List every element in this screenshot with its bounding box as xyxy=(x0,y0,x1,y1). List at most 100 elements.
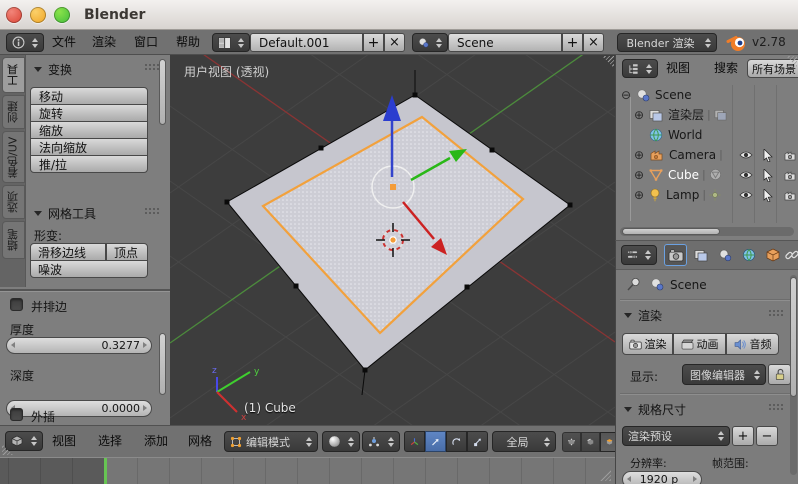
window-minimize-button[interactable] xyxy=(30,7,46,23)
hide-eye-icon[interactable] xyxy=(739,190,753,200)
transform-panel-header[interactable]: 变换 xyxy=(34,61,72,78)
scene-label[interactable]: Scene xyxy=(650,88,692,102)
menu-help[interactable]: 帮助 xyxy=(176,30,200,55)
outliner-row-lamp[interactable]: ⊕ Lamp | xyxy=(634,185,721,204)
tab-shading-uv[interactable]: 着色/UV xyxy=(2,131,25,183)
thickness-slider[interactable]: 0.3277 xyxy=(6,337,152,354)
selectable-cursor-icon[interactable] xyxy=(763,168,773,182)
manipulator-toggle-button[interactable] xyxy=(404,431,425,452)
selectable-cursor-icon[interactable] xyxy=(763,188,773,202)
rotate-button[interactable]: 旋转 xyxy=(30,104,148,122)
properties-scrollbar-track[interactable] xyxy=(790,275,797,475)
editor-type-selector-3dview[interactable] xyxy=(5,431,43,451)
pivot-center-dropdown[interactable] xyxy=(362,431,400,452)
context-breadcrumb[interactable]: Scene xyxy=(670,278,707,292)
delete-layout-button[interactable]: × xyxy=(384,33,405,52)
select-mode-vertex-button[interactable] xyxy=(562,432,581,452)
inset-side-checkbox[interactable] xyxy=(10,298,23,311)
timeline-playhead[interactable] xyxy=(104,458,107,484)
edge-slide-button[interactable]: 滑移边线 xyxy=(30,243,106,261)
screen-layout-browse-button[interactable] xyxy=(212,33,250,52)
add-preset-button[interactable]: + xyxy=(732,426,754,446)
scale-button[interactable]: 缩放 xyxy=(30,121,148,139)
outliner-row-camera[interactable]: ⊕ Camera | xyxy=(634,145,726,164)
scene-name-field[interactable]: Scene xyxy=(448,33,562,52)
delete-scene-button[interactable]: × xyxy=(583,33,604,52)
expand-icon[interactable]: ⊕ xyxy=(634,108,649,122)
translate-button[interactable]: 移动 xyxy=(30,87,148,105)
slider-left-arrow-icon[interactable] xyxy=(11,342,15,348)
tab-render-layers[interactable] xyxy=(689,244,712,266)
render-preset-dropdown[interactable]: 渲染预设 xyxy=(622,426,730,446)
tab-object-properties[interactable] xyxy=(761,244,784,266)
menu-mesh[interactable]: 网格 xyxy=(188,426,212,457)
toolshelf-scrollbar[interactable] xyxy=(159,59,166,125)
menu-add[interactable]: 添加 xyxy=(144,426,168,457)
outliner-row-render-layers[interactable]: ⊕ 渲染层 | xyxy=(634,105,727,124)
outliner-display-filter-dropdown[interactable]: 所有场景 xyxy=(747,59,798,78)
menu-file[interactable]: 文件 xyxy=(52,30,76,55)
outliner-hscrollbar-thumb[interactable] xyxy=(622,228,720,235)
mode-dropdown[interactable]: 编辑模式 xyxy=(224,431,318,452)
pin-icon[interactable] xyxy=(626,277,641,292)
render-engine-dropdown[interactable]: Blender 渲染 xyxy=(617,33,717,52)
editor-type-selector-outliner[interactable] xyxy=(622,59,658,78)
scene-browse-button[interactable] xyxy=(412,33,448,52)
tab-render-properties[interactable] xyxy=(664,244,687,266)
lamp-label[interactable]: Lamp xyxy=(661,188,699,202)
push-pull-button[interactable]: 推/拉 xyxy=(30,155,148,173)
slider-left-arrow-icon[interactable] xyxy=(627,476,631,482)
tab-tools[interactable]: 工具 xyxy=(2,57,25,93)
menu-window[interactable]: 窗口 xyxy=(134,30,158,55)
panel-drag-dots-icon[interactable] xyxy=(144,207,159,215)
outliner-row-scene[interactable]: ⊖ Scene xyxy=(621,85,692,104)
expand-icon[interactable]: ⊕ xyxy=(634,188,649,202)
outset-checkbox[interactable] xyxy=(10,408,23,421)
add-layout-button[interactable]: + xyxy=(363,33,384,52)
menu-render[interactable]: 渲染 xyxy=(92,30,116,55)
vertex-slide-button[interactable]: 顶点 xyxy=(106,243,148,261)
meshtools-panel-header[interactable]: 网格工具 xyxy=(34,205,96,222)
editor-type-selector-properties[interactable] xyxy=(621,245,657,265)
slider-right-arrow-icon[interactable] xyxy=(143,342,147,348)
operator-panel-scrollbar[interactable] xyxy=(159,333,166,395)
tab-scene-properties[interactable] xyxy=(713,244,736,266)
tab-options[interactable]: 选项 xyxy=(2,185,25,219)
render-audio-button[interactable]: 音频 xyxy=(726,333,779,355)
render-display-dropdown[interactable]: 图像编辑器 xyxy=(682,364,766,385)
hide-eye-icon[interactable] xyxy=(739,150,753,160)
selectable-cursor-icon[interactable] xyxy=(763,148,773,162)
render-layers-label[interactable]: 渲染层 xyxy=(663,106,704,123)
render-restrict-camera-icon[interactable] xyxy=(783,190,797,201)
expand-icon[interactable]: ⊕ xyxy=(634,148,649,162)
outliner-row-world[interactable]: World xyxy=(649,125,702,144)
render-restrict-camera-icon[interactable] xyxy=(783,170,797,181)
lock-interface-button[interactable] xyxy=(768,364,791,385)
window-close-button[interactable] xyxy=(6,7,22,23)
manipulator-scale-button[interactable] xyxy=(467,431,488,452)
orientation-dropdown[interactable]: 全局 xyxy=(492,431,556,452)
viewport-shading-dropdown[interactable] xyxy=(322,431,360,452)
dimensions-panel-header[interactable]: 规格尺寸 xyxy=(624,401,686,418)
collapse-icon[interactable]: ⊖ xyxy=(621,88,636,102)
render-restrict-camera-icon[interactable] xyxy=(783,150,797,161)
outliner-view-menu[interactable]: 视图 xyxy=(666,55,690,82)
world-label[interactable]: World xyxy=(663,128,702,142)
editor-type-selector-info[interactable] xyxy=(6,33,44,52)
add-scene-button[interactable]: + xyxy=(562,33,583,52)
resolution-x-slider[interactable]: 1920 p xyxy=(622,471,702,484)
menu-select[interactable]: 选择 xyxy=(98,426,122,457)
tab-world-properties[interactable] xyxy=(737,244,760,266)
window-maximize-button[interactable] xyxy=(54,7,70,23)
select-mode-edge-button[interactable] xyxy=(581,432,600,452)
viewport-3d[interactable]: z y x 用户视图 (透视) (1) Cube xyxy=(170,55,615,425)
noise-button[interactable]: 噪波 xyxy=(30,260,148,278)
tab-create[interactable]: 创建 xyxy=(2,95,25,129)
shrink-fatten-button[interactable]: 法向缩放 xyxy=(30,138,148,156)
expand-icon[interactable]: ⊕ xyxy=(634,168,649,182)
render-animation-button[interactable]: 动画 xyxy=(673,333,726,355)
slider-right-arrow-icon[interactable] xyxy=(143,405,147,411)
menu-view[interactable]: 视图 xyxy=(52,426,76,457)
panel-drag-dots-icon[interactable] xyxy=(144,63,159,71)
outliner-search-menu[interactable]: 搜索 xyxy=(714,55,738,82)
